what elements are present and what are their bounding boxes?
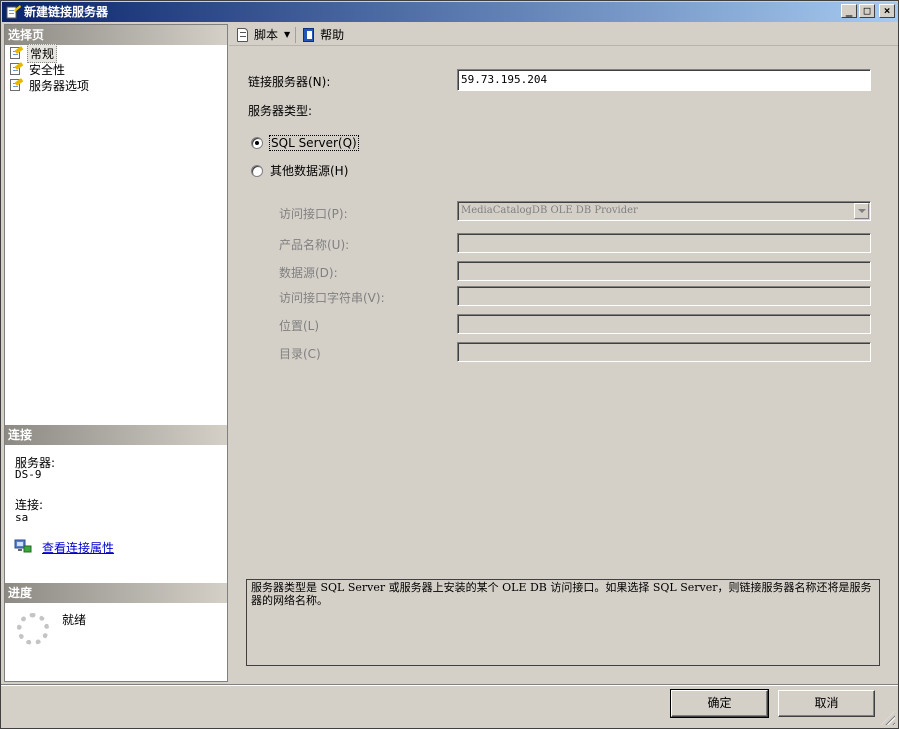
product-name-input (457, 233, 871, 253)
resize-grip-icon[interactable] (881, 711, 895, 725)
close-button[interactable]: × (879, 4, 895, 18)
description-panel: 服务器类型是 SQL Server 或服务器上安装的某个 OLE DB 访问接口… (246, 579, 880, 666)
connection-header: 连接 (5, 425, 227, 445)
chevron-down-icon[interactable]: ▼ (284, 30, 290, 39)
title-bar[interactable]: 新建链接服务器 _ □ × (2, 2, 898, 22)
server-type-label: 服务器类型: (248, 104, 313, 118)
chevron-down-icon (854, 203, 869, 219)
left-pane: 选择页 常规 安全性 服务器选项 连接 服务器: DS-9 连接: sa 查看连… (4, 24, 228, 682)
script-icon (235, 27, 251, 43)
general-page-content: 链接服务器(N): 59.73.195.204 服务器类型: SQL Serve… (229, 47, 898, 682)
page-item-label: 安全性 (29, 62, 66, 77)
connection-properties-icon[interactable] (14, 538, 32, 554)
page-item-general[interactable]: 常规 (5, 43, 227, 63)
minimize-button[interactable]: _ (841, 4, 857, 18)
radio-other-source-button[interactable] (251, 164, 263, 177)
product-name-label: 产品名称(U): (279, 238, 350, 252)
cancel-button[interactable]: 取消 (778, 690, 875, 717)
page-list: 常规 安全性 服务器选项 (5, 43, 227, 93)
catalog-label: 目录(C) (279, 347, 321, 361)
provider-string-label: 访问接口字符串(V): (279, 291, 385, 305)
page-item-label: 服务器选项 (29, 78, 90, 93)
linked-server-input[interactable]: 59.73.195.204 (457, 69, 871, 91)
ok-button[interactable]: 确定 (670, 689, 769, 718)
page-wizard-icon (8, 46, 24, 60)
page-item-server-options[interactable]: 服务器选项 (5, 77, 227, 93)
data-source-input (457, 261, 871, 281)
help-label: 帮助 (320, 28, 345, 42)
data-source-label: 数据源(D): (279, 266, 338, 280)
provider-string-input (457, 286, 871, 306)
provider-select: MediaCatalogDB OLE DB Provider (457, 201, 871, 221)
page-item-security[interactable]: 安全性 (5, 61, 227, 77)
provider-value: MediaCatalogDB OLE DB Provider (461, 205, 638, 216)
radio-sql-server-button[interactable] (251, 137, 263, 149)
linked-server-app-icon (5, 4, 21, 20)
footer-separator (1, 684, 898, 686)
new-linked-server-dialog: 新建链接服务器 _ □ × 选择页 常规 安全性 服务器选项 连接 服务器: D… (0, 0, 899, 729)
toolbar-separator (295, 26, 297, 43)
radio-sql-server[interactable]: SQL Server(Q) (251, 135, 359, 151)
connection-value: sa (15, 511, 29, 524)
select-page-header: 选择页 (5, 25, 227, 45)
linked-server-label: 链接服务器(N): (248, 75, 331, 89)
script-button[interactable]: 脚本 ▼ (232, 25, 293, 45)
progress-status: 就绪 (62, 613, 87, 627)
location-label: 位置(L) (279, 319, 320, 333)
catalog-input (457, 342, 871, 362)
page-wizard-icon (8, 78, 24, 92)
view-connection-properties-link[interactable]: 查看连接属性 (42, 539, 114, 556)
help-book-icon (301, 27, 317, 43)
progress-header: 进度 (5, 583, 227, 603)
window-title: 新建链接服务器 (24, 5, 109, 19)
radio-other-source-label: 其他数据源(H) (270, 164, 349, 178)
script-label: 脚本 (254, 28, 279, 42)
radio-other-data-source[interactable]: 其他数据源(H) (251, 162, 349, 179)
toolbar: 脚本 ▼ 帮助 (229, 24, 898, 46)
radio-sql-server-label: SQL Server(Q) (269, 135, 359, 151)
maximize-button[interactable]: □ (859, 4, 875, 18)
help-button[interactable]: 帮助 (298, 25, 347, 45)
server-value: DS-9 (15, 468, 42, 481)
location-input (457, 314, 871, 334)
page-wizard-icon (8, 62, 24, 76)
provider-label: 访问接口(P): (279, 207, 348, 221)
progress-spinner-icon (17, 613, 49, 645)
